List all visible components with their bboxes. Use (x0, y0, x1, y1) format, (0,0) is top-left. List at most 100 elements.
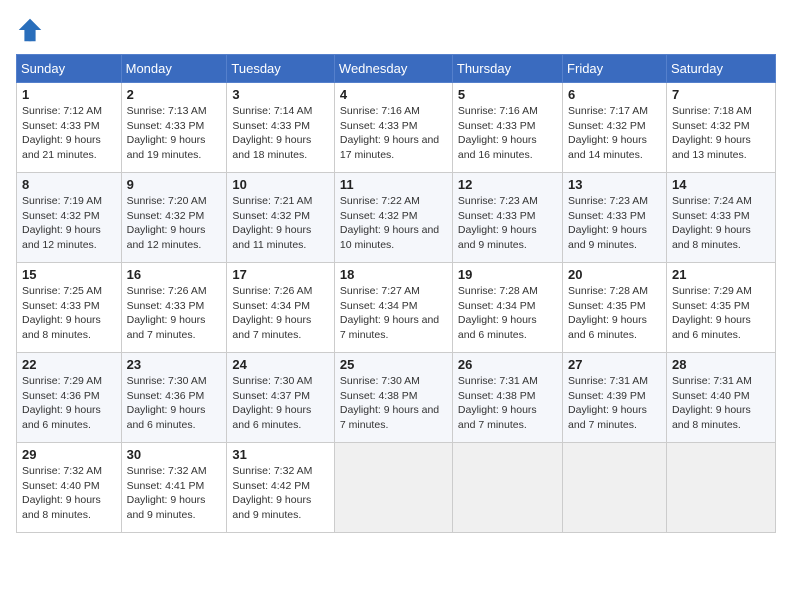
day-info: Sunrise: 7:28 AMSunset: 4:35 PMDaylight:… (568, 285, 648, 341)
calendar-cell (334, 443, 452, 533)
calendar-week-5: 29 Sunrise: 7:32 AMSunset: 4:40 PMDaylig… (17, 443, 776, 533)
day-number: 22 (22, 357, 116, 372)
day-number: 21 (672, 267, 770, 282)
calendar-cell: 4 Sunrise: 7:16 AMSunset: 4:33 PMDayligh… (334, 83, 452, 173)
day-number: 8 (22, 177, 116, 192)
day-number: 23 (127, 357, 222, 372)
day-info: Sunrise: 7:21 AMSunset: 4:32 PMDaylight:… (232, 195, 312, 251)
day-number: 24 (232, 357, 329, 372)
day-info: Sunrise: 7:16 AMSunset: 4:33 PMDaylight:… (340, 105, 439, 161)
day-info: Sunrise: 7:26 AMSunset: 4:34 PMDaylight:… (232, 285, 312, 341)
calendar-cell: 11 Sunrise: 7:22 AMSunset: 4:32 PMDaylig… (334, 173, 452, 263)
calendar-cell (666, 443, 775, 533)
day-info: Sunrise: 7:16 AMSunset: 4:33 PMDaylight:… (458, 105, 538, 161)
calendar-cell: 27 Sunrise: 7:31 AMSunset: 4:39 PMDaylig… (563, 353, 667, 443)
calendar-cell: 19 Sunrise: 7:28 AMSunset: 4:34 PMDaylig… (452, 263, 562, 353)
day-number: 9 (127, 177, 222, 192)
day-number: 3 (232, 87, 329, 102)
day-number: 15 (22, 267, 116, 282)
calendar-cell: 8 Sunrise: 7:19 AMSunset: 4:32 PMDayligh… (17, 173, 122, 263)
day-info: Sunrise: 7:32 AMSunset: 4:40 PMDaylight:… (22, 465, 102, 521)
calendar-body: 1 Sunrise: 7:12 AMSunset: 4:33 PMDayligh… (17, 83, 776, 533)
calendar-cell: 20 Sunrise: 7:28 AMSunset: 4:35 PMDaylig… (563, 263, 667, 353)
logo-icon (16, 16, 44, 44)
calendar-cell: 30 Sunrise: 7:32 AMSunset: 4:41 PMDaylig… (121, 443, 227, 533)
day-info: Sunrise: 7:25 AMSunset: 4:33 PMDaylight:… (22, 285, 102, 341)
weekday-thursday: Thursday (452, 55, 562, 83)
day-info: Sunrise: 7:13 AMSunset: 4:33 PMDaylight:… (127, 105, 207, 161)
calendar-cell: 24 Sunrise: 7:30 AMSunset: 4:37 PMDaylig… (227, 353, 335, 443)
day-number: 28 (672, 357, 770, 372)
day-number: 20 (568, 267, 661, 282)
calendar-cell: 28 Sunrise: 7:31 AMSunset: 4:40 PMDaylig… (666, 353, 775, 443)
calendar-cell: 25 Sunrise: 7:30 AMSunset: 4:38 PMDaylig… (334, 353, 452, 443)
day-info: Sunrise: 7:24 AMSunset: 4:33 PMDaylight:… (672, 195, 752, 251)
weekday-wednesday: Wednesday (334, 55, 452, 83)
weekday-tuesday: Tuesday (227, 55, 335, 83)
day-info: Sunrise: 7:32 AMSunset: 4:41 PMDaylight:… (127, 465, 207, 521)
day-number: 17 (232, 267, 329, 282)
logo (16, 16, 48, 44)
day-info: Sunrise: 7:23 AMSunset: 4:33 PMDaylight:… (458, 195, 538, 251)
day-info: Sunrise: 7:22 AMSunset: 4:32 PMDaylight:… (340, 195, 439, 251)
calendar-cell: 2 Sunrise: 7:13 AMSunset: 4:33 PMDayligh… (121, 83, 227, 173)
calendar-cell: 26 Sunrise: 7:31 AMSunset: 4:38 PMDaylig… (452, 353, 562, 443)
day-number: 25 (340, 357, 447, 372)
day-info: Sunrise: 7:23 AMSunset: 4:33 PMDaylight:… (568, 195, 648, 251)
calendar-cell: 18 Sunrise: 7:27 AMSunset: 4:34 PMDaylig… (334, 263, 452, 353)
day-info: Sunrise: 7:27 AMSunset: 4:34 PMDaylight:… (340, 285, 439, 341)
calendar-cell: 17 Sunrise: 7:26 AMSunset: 4:34 PMDaylig… (227, 263, 335, 353)
day-info: Sunrise: 7:31 AMSunset: 4:39 PMDaylight:… (568, 375, 648, 431)
day-number: 29 (22, 447, 116, 462)
calendar-week-1: 1 Sunrise: 7:12 AMSunset: 4:33 PMDayligh… (17, 83, 776, 173)
calendar-cell: 15 Sunrise: 7:25 AMSunset: 4:33 PMDaylig… (17, 263, 122, 353)
day-info: Sunrise: 7:28 AMSunset: 4:34 PMDaylight:… (458, 285, 538, 341)
day-info: Sunrise: 7:26 AMSunset: 4:33 PMDaylight:… (127, 285, 207, 341)
day-info: Sunrise: 7:30 AMSunset: 4:37 PMDaylight:… (232, 375, 312, 431)
day-info: Sunrise: 7:17 AMSunset: 4:32 PMDaylight:… (568, 105, 648, 161)
calendar-cell: 3 Sunrise: 7:14 AMSunset: 4:33 PMDayligh… (227, 83, 335, 173)
weekday-header-row: SundayMondayTuesdayWednesdayThursdayFrid… (17, 55, 776, 83)
calendar-cell: 21 Sunrise: 7:29 AMSunset: 4:35 PMDaylig… (666, 263, 775, 353)
calendar-cell: 16 Sunrise: 7:26 AMSunset: 4:33 PMDaylig… (121, 263, 227, 353)
day-info: Sunrise: 7:31 AMSunset: 4:40 PMDaylight:… (672, 375, 752, 431)
calendar-cell: 31 Sunrise: 7:32 AMSunset: 4:42 PMDaylig… (227, 443, 335, 533)
day-number: 6 (568, 87, 661, 102)
calendar-cell: 22 Sunrise: 7:29 AMSunset: 4:36 PMDaylig… (17, 353, 122, 443)
calendar-cell (452, 443, 562, 533)
calendar-cell: 6 Sunrise: 7:17 AMSunset: 4:32 PMDayligh… (563, 83, 667, 173)
calendar-cell: 13 Sunrise: 7:23 AMSunset: 4:33 PMDaylig… (563, 173, 667, 263)
day-info: Sunrise: 7:31 AMSunset: 4:38 PMDaylight:… (458, 375, 538, 431)
day-info: Sunrise: 7:12 AMSunset: 4:33 PMDaylight:… (22, 105, 102, 161)
calendar-week-3: 15 Sunrise: 7:25 AMSunset: 4:33 PMDaylig… (17, 263, 776, 353)
calendar-week-2: 8 Sunrise: 7:19 AMSunset: 4:32 PMDayligh… (17, 173, 776, 263)
day-info: Sunrise: 7:30 AMSunset: 4:36 PMDaylight:… (127, 375, 207, 431)
day-number: 31 (232, 447, 329, 462)
day-number: 12 (458, 177, 557, 192)
calendar-cell: 10 Sunrise: 7:21 AMSunset: 4:32 PMDaylig… (227, 173, 335, 263)
weekday-monday: Monday (121, 55, 227, 83)
day-number: 4 (340, 87, 447, 102)
calendar-cell: 1 Sunrise: 7:12 AMSunset: 4:33 PMDayligh… (17, 83, 122, 173)
day-info: Sunrise: 7:30 AMSunset: 4:38 PMDaylight:… (340, 375, 439, 431)
day-info: Sunrise: 7:29 AMSunset: 4:35 PMDaylight:… (672, 285, 752, 341)
day-info: Sunrise: 7:19 AMSunset: 4:32 PMDaylight:… (22, 195, 102, 251)
day-number: 5 (458, 87, 557, 102)
day-info: Sunrise: 7:14 AMSunset: 4:33 PMDaylight:… (232, 105, 312, 161)
calendar-cell: 23 Sunrise: 7:30 AMSunset: 4:36 PMDaylig… (121, 353, 227, 443)
calendar-cell: 14 Sunrise: 7:24 AMSunset: 4:33 PMDaylig… (666, 173, 775, 263)
day-number: 2 (127, 87, 222, 102)
day-number: 11 (340, 177, 447, 192)
day-number: 27 (568, 357, 661, 372)
day-number: 30 (127, 447, 222, 462)
day-number: 16 (127, 267, 222, 282)
day-info: Sunrise: 7:20 AMSunset: 4:32 PMDaylight:… (127, 195, 207, 251)
day-info: Sunrise: 7:32 AMSunset: 4:42 PMDaylight:… (232, 465, 312, 521)
calendar-cell: 29 Sunrise: 7:32 AMSunset: 4:40 PMDaylig… (17, 443, 122, 533)
calendar-cell: 9 Sunrise: 7:20 AMSunset: 4:32 PMDayligh… (121, 173, 227, 263)
day-number: 14 (672, 177, 770, 192)
day-number: 1 (22, 87, 116, 102)
day-number: 10 (232, 177, 329, 192)
day-number: 7 (672, 87, 770, 102)
calendar-cell: 12 Sunrise: 7:23 AMSunset: 4:33 PMDaylig… (452, 173, 562, 263)
